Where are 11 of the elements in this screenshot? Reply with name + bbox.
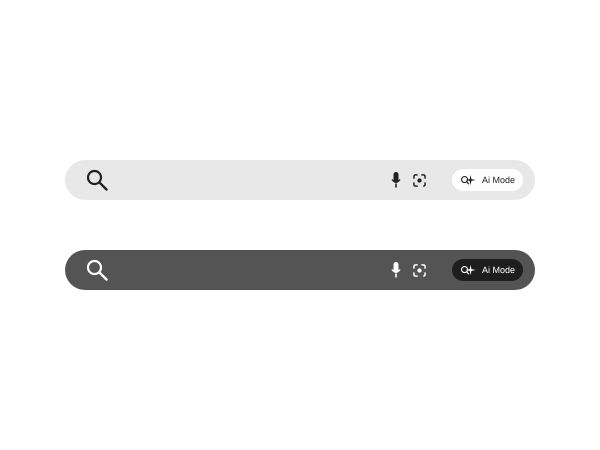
search-icon xyxy=(86,259,108,281)
search-icon xyxy=(86,169,108,191)
ai-mode-button[interactable]: Ai Mode xyxy=(452,259,523,281)
search-bar[interactable]: Ai Mode xyxy=(65,250,535,290)
ai-mode-button[interactable]: Ai Mode xyxy=(452,169,523,191)
camera-icon[interactable] xyxy=(412,174,426,186)
search-bar[interactable]: Ai Mode xyxy=(65,160,535,200)
sparkle-search-icon xyxy=(460,174,476,186)
microphone-icon[interactable] xyxy=(390,172,401,188)
sparkle-search-icon xyxy=(460,264,476,276)
microphone-icon[interactable] xyxy=(390,262,401,278)
